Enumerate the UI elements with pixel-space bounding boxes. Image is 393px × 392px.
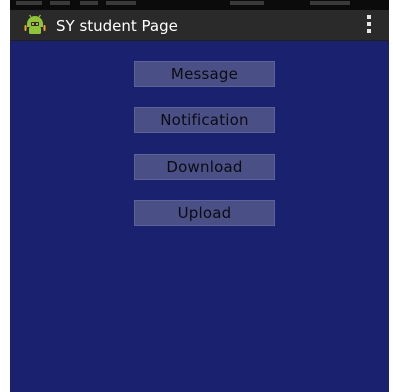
app-screen: SY student Page Message Notification Dow… bbox=[10, 0, 389, 392]
message-button[interactable]: Message bbox=[134, 61, 275, 87]
status-icon bbox=[80, 1, 98, 5]
status-icon bbox=[16, 1, 42, 5]
status-icon bbox=[50, 1, 70, 5]
overflow-menu-icon[interactable] bbox=[362, 13, 376, 37]
app-title: SY student Page bbox=[56, 17, 178, 35]
menu-dot bbox=[367, 22, 371, 26]
android-robot-icon bbox=[24, 14, 46, 34]
upload-button[interactable]: Upload bbox=[134, 200, 275, 226]
menu-dot bbox=[367, 29, 371, 33]
status-icon bbox=[230, 1, 264, 5]
status-bar bbox=[10, 0, 389, 10]
download-button[interactable]: Download bbox=[134, 154, 275, 180]
menu-dot bbox=[367, 15, 371, 19]
notification-button[interactable]: Notification bbox=[134, 107, 275, 133]
status-icon bbox=[106, 1, 136, 5]
status-icon bbox=[310, 1, 350, 5]
